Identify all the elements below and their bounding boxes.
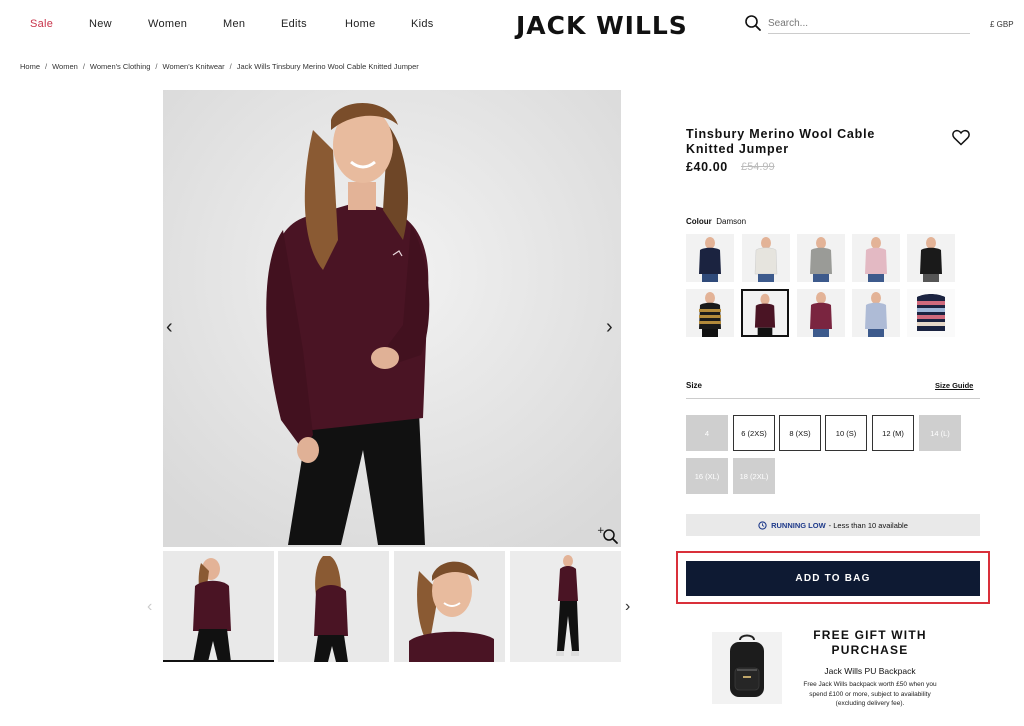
size-option-10[interactable]: 10 (S) xyxy=(825,415,867,451)
thumbnail-image xyxy=(510,551,621,662)
size-option-8[interactable]: 8 (XS) xyxy=(779,415,821,451)
size-guide-link[interactable]: Size Guide xyxy=(935,381,973,390)
swatch-image xyxy=(797,234,845,282)
swatch-image xyxy=(686,234,734,282)
breadcrumb-current: Jack Wills Tinsbury Merino Wool Cable Kn… xyxy=(236,62,419,71)
gift-product-name: Jack Wills PU Backpack xyxy=(824,666,916,676)
gift-description: Free Jack Wills backpack worth £50 when … xyxy=(803,681,937,707)
colour-swatch-navy[interactable] xyxy=(686,234,734,282)
breadcrumb-women[interactable]: Women xyxy=(52,62,78,71)
product-title: Tinsbury Merino Wool Cable Knitted Jumpe… xyxy=(686,127,876,156)
thumbnail-image xyxy=(394,551,505,662)
colour-swatch-white[interactable] xyxy=(742,234,790,282)
product-main-image[interactable] xyxy=(163,90,621,547)
model-photo xyxy=(163,90,621,547)
thumbnail-full-length[interactable] xyxy=(510,551,621,662)
gift-backpack-image xyxy=(712,632,782,704)
nav-item-home[interactable]: Home xyxy=(345,18,376,30)
thumbnail-back[interactable] xyxy=(278,551,389,662)
swatch-image xyxy=(686,289,734,337)
nav-item-women[interactable]: Women xyxy=(148,18,187,30)
product-old-price: £54.99 xyxy=(741,161,775,173)
nav-item-new[interactable]: New xyxy=(89,18,112,30)
size-option-4[interactable]: 4 xyxy=(686,415,728,451)
nav-item-men[interactable]: Men xyxy=(223,18,245,30)
backpack-icon xyxy=(712,632,782,704)
search-input[interactable] xyxy=(768,14,970,34)
colour-label: Colour Damson xyxy=(686,217,746,226)
wishlist-heart-icon[interactable] xyxy=(952,129,970,146)
thumbnail-strip xyxy=(163,551,623,664)
size-option-16[interactable]: 16 (XL) xyxy=(686,458,728,494)
colour-swatch-black[interactable] xyxy=(907,234,955,282)
nav-item-edits[interactable]: Edits xyxy=(281,18,307,30)
colour-swatch-pink[interactable] xyxy=(852,234,900,282)
gift-title: FREE GIFT WITH PURCHASE xyxy=(813,628,927,657)
breadcrumb-separator: / xyxy=(45,62,48,71)
main-image-next-arrow[interactable]: › xyxy=(606,316,613,339)
stock-status-banner: RUNNING LOW - Less than 10 available xyxy=(686,514,980,536)
breadcrumb-separator: / xyxy=(155,62,158,71)
stock-status-label: RUNNING LOW xyxy=(771,520,826,530)
size-label: Size xyxy=(686,381,703,390)
colour-value: Damson xyxy=(716,217,747,226)
size-option-14[interactable]: 14 (L) xyxy=(919,415,961,451)
breadcrumb-womens-clothing[interactable]: Women's Clothing xyxy=(90,62,151,71)
colour-swatch-damson[interactable] xyxy=(741,289,789,337)
swatch-image xyxy=(797,289,845,337)
search-icon[interactable] xyxy=(744,14,762,32)
breadcrumb-separator: / xyxy=(82,62,85,71)
product-price: £40.00 xyxy=(686,160,728,174)
swatch-image xyxy=(852,289,900,337)
colour-swatch-stripe[interactable] xyxy=(686,289,734,337)
breadcrumb-womens-knitwear[interactable]: Women's Knitwear xyxy=(163,62,225,71)
colour-swatch-berry[interactable] xyxy=(797,289,845,337)
colour-swatch-light-blue[interactable] xyxy=(852,289,900,337)
swatch-image xyxy=(852,234,900,282)
breadcrumb-separator: / xyxy=(229,62,232,71)
clock-icon xyxy=(758,520,767,530)
size-divider xyxy=(686,398,980,399)
nav-item-sale[interactable]: Sale xyxy=(30,18,53,30)
thumbnail-image xyxy=(163,551,274,660)
thumbnail-next-arrow[interactable]: › xyxy=(625,598,630,616)
size-option-18[interactable]: 18 (2XL) xyxy=(733,458,775,494)
main-image-prev-arrow[interactable]: ‹ xyxy=(166,316,173,339)
thumbnail-image xyxy=(278,551,389,662)
colour-swatch-grey[interactable] xyxy=(797,234,845,282)
stock-status-detail: - Less than 10 available xyxy=(828,520,908,530)
swatch-image xyxy=(742,234,790,282)
thumbnail-front[interactable] xyxy=(163,551,274,662)
thumbnail-closeup[interactable] xyxy=(394,551,505,662)
zoom-icon[interactable]: + xyxy=(597,525,619,545)
add-to-bag-button[interactable]: ADD TO BAG xyxy=(686,561,980,596)
swatch-image xyxy=(907,289,955,337)
currency-selector[interactable]: £ GBP xyxy=(990,20,1014,29)
size-option-12[interactable]: 12 (M) xyxy=(872,415,914,451)
size-option-6[interactable]: 6 (2XS) xyxy=(733,415,775,451)
colour-swatch-multi-stripe[interactable] xyxy=(907,289,955,337)
breadcrumb-home[interactable]: Home xyxy=(20,62,40,71)
breadcrumb: Home / Women / Women's Clothing / Women'… xyxy=(20,62,419,71)
swatch-image xyxy=(907,234,955,282)
swatch-image xyxy=(743,291,787,335)
thumbnail-prev-arrow[interactable]: ‹ xyxy=(147,598,152,616)
nav-item-kids[interactable]: Kids xyxy=(411,18,434,30)
brand-logo[interactable]: JACK WILLS xyxy=(516,11,688,40)
colour-label-title: Colour xyxy=(686,217,712,226)
site-header: Sale New Women Men Edits Home Kids JACK … xyxy=(0,0,1024,50)
